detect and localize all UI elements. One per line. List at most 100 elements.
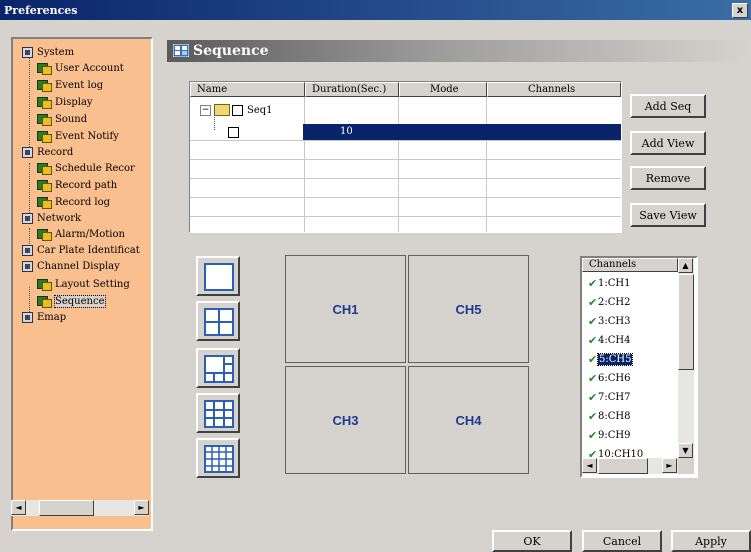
preview-cell-2[interactable]: CH5 — [408, 255, 529, 363]
channel-item[interactable]: ✔ 2:CH2 — [588, 294, 630, 311]
channels-horizontal-scrollbar[interactable]: ◄ ► — [582, 458, 678, 474]
system-icon — [22, 212, 33, 224]
add-view-button[interactable]: Add View — [630, 131, 706, 155]
grid-line — [190, 140, 621, 141]
preview-cell-3[interactable]: CH3 — [285, 366, 406, 474]
tree-item-system[interactable]: System — [22, 45, 74, 59]
tree-item-record-path[interactable]: Record path — [37, 178, 117, 192]
column-header-channels[interactable]: Channels — [487, 82, 621, 97]
add-seq-button[interactable]: Add Seq — [630, 94, 706, 118]
collapse-icon[interactable]: − — [200, 104, 211, 116]
tree-item-record[interactable]: Record — [22, 145, 73, 159]
tree-item-sound[interactable]: Sound — [37, 112, 87, 126]
tree-item-network[interactable]: Network — [22, 211, 81, 225]
check-icon: ✔ — [588, 372, 598, 385]
channel-label: 6:CH6 — [598, 373, 631, 384]
tree-item-display[interactable]: Display — [37, 95, 93, 109]
grid-line — [304, 97, 305, 232]
scroll-right-button[interactable]: ► — [134, 500, 149, 515]
preferences-tree[interactable]: System User Account Event log Display So… — [11, 37, 153, 531]
tree-item-label: Record — [37, 146, 74, 158]
table-row-view1[interactable]: View1 — [228, 125, 281, 139]
scroll-down-button[interactable]: ▼ — [678, 443, 693, 458]
channel-label: 8:CH8 — [598, 411, 631, 422]
save-view-button[interactable]: Save View — [630, 203, 706, 227]
scrollbar-thumb[interactable] — [39, 500, 94, 516]
tree-item-emap[interactable]: Emap — [22, 310, 66, 324]
channel-item[interactable]: ✔ 3:CH3 — [588, 313, 630, 330]
section-header: Sequence — [167, 40, 749, 62]
scroll-up-button[interactable]: ▲ — [678, 258, 693, 273]
tree-item-label: Car Plate Identificat — [37, 244, 140, 256]
row-name: Seq1 — [247, 104, 273, 116]
system-icon — [22, 244, 33, 256]
channel-item[interactable]: ✔ 8:CH8 — [588, 408, 630, 425]
tree-item-event-log[interactable]: Event log — [37, 78, 103, 92]
camera-icon — [37, 130, 52, 143]
tree-item-label: System — [37, 46, 75, 58]
scrollbar-thumb[interactable] — [598, 458, 648, 474]
scroll-right-button[interactable]: ► — [662, 458, 677, 473]
tree-item-schedule-record[interactable]: Schedule Recor — [37, 161, 135, 175]
tree-item-label: Event log — [55, 79, 104, 91]
channel-item[interactable]: ✔ 4:CH4 — [588, 332, 630, 349]
tree-horizontal-scrollbar[interactable]: ◄ ► — [11, 500, 149, 516]
channel-label: 1:CH1 — [598, 278, 631, 289]
channel-item-selected[interactable]: ✔ 5:CH5 — [588, 351, 634, 368]
sequence-list[interactable]: Name Duration(Sec.) Mode Channels − Seq1… — [189, 81, 622, 233]
column-header-mode[interactable]: Mode — [399, 82, 487, 97]
channel-item[interactable]: ✔ 1:CH1 — [588, 275, 630, 292]
channel-label: 3:CH3 — [598, 316, 631, 327]
cancel-button[interactable]: Cancel — [582, 530, 662, 552]
layout-3x3-button[interactable] — [196, 393, 240, 433]
tree-item-alarm-motion[interactable]: Alarm/Motion — [37, 227, 125, 241]
column-header-duration[interactable]: Duration(Sec.) — [305, 82, 399, 97]
row-name: View1 — [242, 125, 281, 139]
channel-item[interactable]: ✔ 6:CH6 — [588, 370, 630, 387]
tree-item-channel-display[interactable]: Channel Display — [22, 259, 120, 273]
channel-item[interactable]: ✔ 9:CH9 — [588, 427, 630, 444]
tree-item-label: Record log — [55, 196, 111, 208]
tree-item-record-log[interactable]: Record log — [37, 195, 110, 209]
layout-4x4-icon — [204, 445, 234, 473]
layout-1x1-button[interactable] — [196, 256, 240, 296]
system-icon — [22, 46, 33, 58]
layout-4x4-button[interactable] — [196, 438, 240, 478]
ok-button[interactable]: OK — [492, 530, 572, 552]
check-icon: ✔ — [588, 277, 598, 290]
tree-item-label: Record path — [55, 179, 118, 191]
table-row-seq1[interactable]: − Seq1 — [200, 103, 273, 117]
tree-connector — [214, 112, 215, 130]
layout-3x3-icon — [204, 400, 234, 428]
tree-item-sequence[interactable]: Sequence — [37, 294, 106, 308]
channel-item[interactable]: ✔ 7:CH7 — [588, 389, 630, 406]
layout-2x2-button[interactable] — [196, 301, 240, 341]
camera-icon — [37, 196, 52, 209]
channels-header: Channels — [582, 258, 678, 272]
checkbox-icon[interactable] — [232, 104, 243, 116]
grid-line — [398, 97, 399, 232]
preview-cell-1[interactable]: CH1 — [285, 255, 406, 363]
tree-item-car-plate[interactable]: Car Plate Identificat — [22, 243, 140, 257]
scroll-left-button[interactable]: ◄ — [582, 458, 597, 473]
tree-item-user-account[interactable]: User Account — [37, 61, 124, 75]
scrollbar-thumb[interactable] — [678, 274, 694, 370]
folder-icon — [214, 104, 230, 116]
layout-1-plus-5-button[interactable] — [196, 348, 240, 388]
tree-connector — [29, 163, 30, 213]
layout-1x1-icon — [204, 263, 234, 291]
close-button[interactable]: x — [732, 3, 748, 18]
tree-item-layout-setting[interactable]: Layout Setting — [37, 277, 130, 291]
tree-connector — [29, 228, 30, 244]
channel-label: 5:CH5 — [596, 353, 634, 366]
column-header-name[interactable]: Name — [190, 82, 305, 97]
scroll-left-button[interactable]: ◄ — [11, 500, 26, 515]
tree-connector — [29, 55, 30, 149]
preview-cell-4[interactable]: CH4 — [408, 366, 529, 474]
channels-list[interactable]: Channels ✔ 1:CH1 ✔ 2:CH2 ✔ 3:CH3 ✔ 4:CH4… — [580, 256, 698, 478]
channels-vertical-scrollbar[interactable]: ▲ ▼ — [678, 258, 694, 458]
apply-button[interactable]: Apply — [671, 530, 751, 552]
tree-item-event-notify[interactable]: Event Notify — [37, 129, 119, 143]
tree-item-label: Sequence — [54, 294, 106, 308]
remove-button[interactable]: Remove — [630, 166, 706, 190]
